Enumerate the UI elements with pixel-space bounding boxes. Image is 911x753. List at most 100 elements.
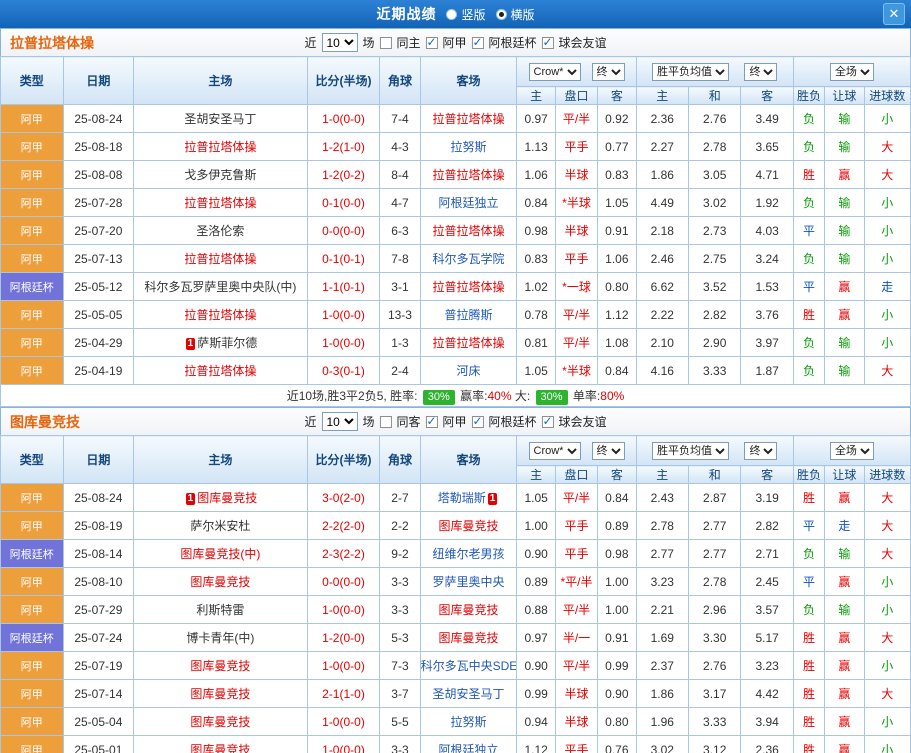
- match-row: 阿甲 25-04-19 拉普拉塔体操 0-3(0-1) 2-4 河床 1.05 *半球 0.84…: [0, 356, 911, 385]
- score-cell: 1-0(0-0): [306, 651, 381, 680]
- avg-draw-cell: 3.52: [687, 272, 742, 301]
- same-venue-checkbox[interactable]: [379, 415, 392, 428]
- result-goals-cell: 大: [863, 623, 911, 652]
- score-cell: 1-0(0-0): [306, 328, 381, 357]
- away-team-cell: 拉普拉塔体操: [419, 104, 518, 133]
- odds-away-cell: 0.99: [597, 651, 637, 680]
- odds-home-cell: 0.81: [516, 328, 556, 357]
- result-handicap-cell: 赢: [824, 707, 865, 736]
- odds-away-cell: 1.12: [597, 300, 637, 329]
- home-team-cell-label: 拉普拉塔体操: [184, 252, 257, 266]
- avg-odds-select[interactable]: 胜平负均值: [651, 441, 729, 460]
- full-match-select[interactable]: 全场: [829, 441, 874, 460]
- avg-final-select[interactable]: 终: [744, 441, 778, 460]
- match-row: 阿甲 25-05-01 图库曼竞技 1-0(0-0) 3-3 阿根廷独立 1.12 平手 0.7…: [0, 735, 911, 753]
- league2-checkbox[interactable]: [471, 35, 484, 49]
- avg-home-cell: 2.18: [635, 216, 689, 245]
- corners-cell: 8-4: [379, 160, 421, 189]
- avg-odds-select[interactable]: 胜平负均值: [651, 62, 729, 81]
- home-team-cell: 图库曼竞技: [133, 707, 308, 736]
- league3-checkbox[interactable]: [541, 414, 554, 428]
- avg-away-cell: 4.71: [740, 160, 794, 189]
- odds-final-select[interactable]: 终: [591, 441, 625, 460]
- sub-wdl: 胜负: [792, 465, 826, 484]
- away-team-cell-label: 科尔多瓦学院: [432, 252, 505, 266]
- match-count-select[interactable]: 10: [321, 412, 358, 431]
- home-team-cell-label: 拉普拉塔体操: [184, 140, 257, 154]
- horizontal-layout-option[interactable]: 横版: [495, 6, 535, 23]
- vertical-radio-icon[interactable]: [446, 8, 458, 20]
- league-type-cell: 阿甲: [0, 104, 64, 133]
- match-count-select[interactable]: 10: [321, 33, 358, 52]
- match-row: 阿根廷杯 25-05-12 科尔多瓦罗萨里奥中央队(中) 1-1(0-1) 3-1 拉普拉…: [0, 272, 911, 301]
- away-team-cell-label: 阿根廷独立: [438, 743, 499, 753]
- horizontal-radio-icon[interactable]: [495, 8, 507, 20]
- avg-away-cell: 3.24: [740, 244, 794, 273]
- league2-checkbox[interactable]: [471, 414, 484, 428]
- date-cell: 25-08-18: [62, 132, 135, 161]
- sub-avg-draw: 和: [687, 465, 742, 484]
- away-team-cell-label: 拉普拉塔体操: [432, 336, 505, 350]
- avg-draw-cell: 2.75: [687, 244, 742, 273]
- result-goals-cell: 小: [863, 244, 911, 273]
- close-icon[interactable]: ✕: [883, 3, 905, 25]
- score-cell: 0-3(0-1): [306, 356, 381, 385]
- date-cell: 25-08-08: [62, 160, 135, 189]
- sub-handicap-result: 让球: [824, 86, 865, 105]
- avg-away-cell: 1.53: [740, 272, 794, 301]
- avg-away-cell: 4.42: [740, 679, 794, 708]
- corners-cell: 9-2: [379, 539, 421, 568]
- near-label: 近: [304, 36, 317, 50]
- score-cell: 3-0(2-0): [306, 483, 381, 512]
- avg-draw-cell: 3.30: [687, 623, 742, 652]
- score-cell: 1-0(0-0): [306, 707, 381, 736]
- away-team-cell-label: 拉普拉塔体操: [432, 224, 505, 238]
- odds-home-cell: 0.84: [516, 188, 556, 217]
- league1-checkbox[interactable]: [425, 414, 438, 428]
- odds-company-select[interactable]: Crow*: [528, 441, 581, 460]
- result-goals-cell: 小: [863, 300, 911, 329]
- odds-home-cell: 1.05: [516, 356, 556, 385]
- avg-away-cell: 2.82: [740, 511, 794, 540]
- avg-home-cell: 4.49: [635, 188, 689, 217]
- corners-cell: 7-4: [379, 104, 421, 133]
- odds-final-select[interactable]: 终: [591, 62, 625, 81]
- league-type-cell: 阿甲: [0, 216, 64, 245]
- avg-draw-cell: 2.76: [687, 104, 742, 133]
- league3-checkbox[interactable]: [541, 35, 554, 49]
- date-cell: 25-05-04: [62, 707, 135, 736]
- avg-final-select[interactable]: 终: [744, 62, 778, 81]
- section-team-2: 图库曼竞技 近 10 场 同客 阿甲 阿根廷杯 球会友谊 类型 日期 主场: [0, 407, 911, 753]
- corners-cell: 6-3: [379, 216, 421, 245]
- sub-handicap-result: 让球: [824, 465, 865, 484]
- sub-away-odds: 客: [597, 86, 637, 105]
- home-team-cell-label: 圣洛伦索: [196, 224, 245, 238]
- odds-company-select[interactable]: Crow*: [528, 62, 581, 81]
- sub-away-odds: 客: [597, 465, 637, 484]
- date-cell: 25-04-29: [62, 328, 135, 357]
- same-venue-checkbox[interactable]: [379, 36, 392, 49]
- away-team-cell-label: 河床: [456, 364, 481, 378]
- away-team-cell: 图库曼竞技: [419, 623, 518, 652]
- avg-away-cell: 1.92: [740, 188, 794, 217]
- col-type: 类型: [0, 56, 64, 105]
- away-team-cell-label: 普拉腾斯: [444, 308, 493, 322]
- vertical-layout-option[interactable]: 竖版: [446, 6, 486, 23]
- full-match-select[interactable]: 全场: [829, 62, 874, 81]
- handicap-cell: *一球: [554, 272, 599, 301]
- handicap-cell: *平/半: [554, 567, 599, 596]
- avg-group-header: 胜平负均值 终: [635, 56, 794, 87]
- home-team-cell-label: 图库曼竞技(中): [180, 547, 261, 561]
- corners-cell: 5-3: [379, 623, 421, 652]
- match-row: 阿甲 25-08-24 圣胡安圣马丁 1-0(0-0) 7-4 拉普拉塔体操 0.97 平/半…: [0, 104, 911, 133]
- league1-checkbox[interactable]: [425, 35, 438, 49]
- result-wdl-cell: 胜: [792, 160, 826, 189]
- col-away: 客场: [419, 435, 518, 484]
- match-row: 阿甲 25-08-19 萨尔米安杜 2-2(2-0) 2-2 图库曼竞技 1.00 平手 0.8…: [0, 511, 911, 540]
- handicap-cell: 平手: [554, 132, 599, 161]
- date-cell: 25-05-05: [62, 300, 135, 329]
- away-team-cell: 纽维尔老男孩: [419, 539, 518, 568]
- away-team-cell: 科尔多瓦学院: [419, 244, 518, 273]
- odds-home-cell: 1.06: [516, 160, 556, 189]
- home-team-cell-label: 图库曼竞技: [190, 659, 251, 673]
